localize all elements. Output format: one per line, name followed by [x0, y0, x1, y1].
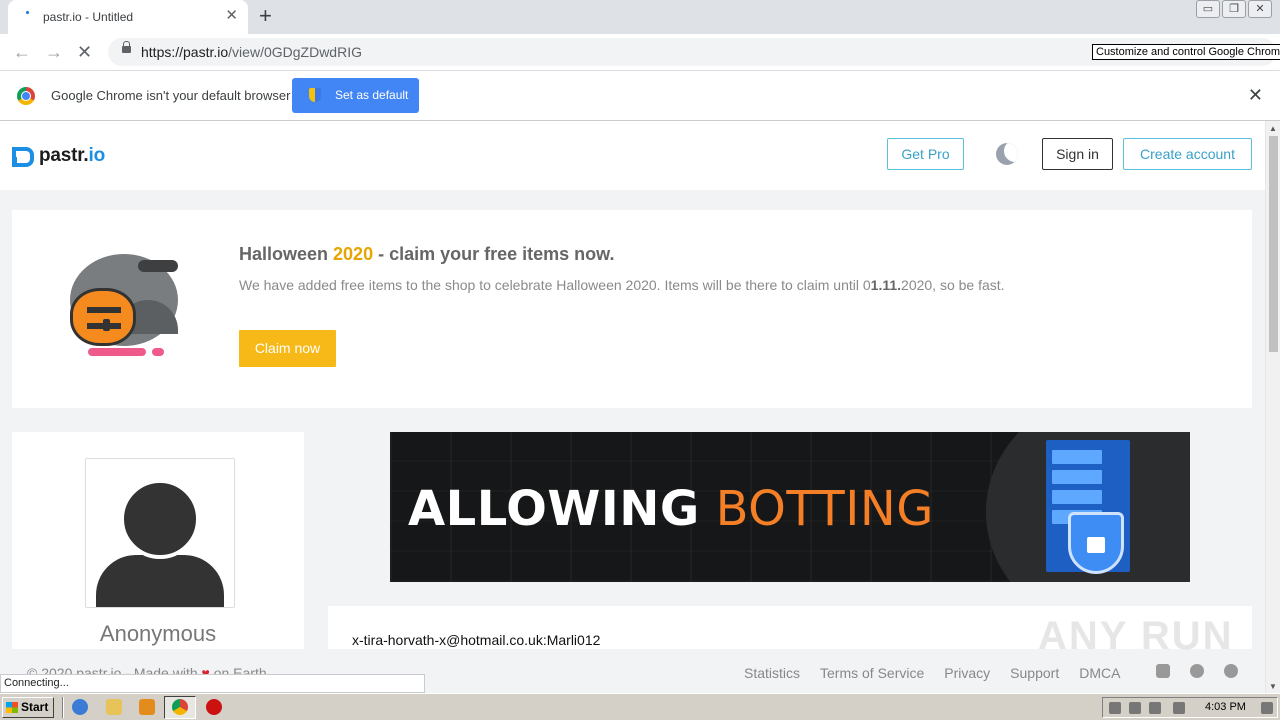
lock-shield-icon: [1068, 512, 1124, 574]
site-logo[interactable]: pastr.io: [39, 145, 105, 167]
page-scrollbar[interactable]: ▲ ▼: [1265, 121, 1280, 693]
tab-close-icon[interactable]: ✕: [225, 8, 238, 24]
scroll-up-icon[interactable]: ▲: [1269, 124, 1277, 133]
promo-title-post: - claim your free items now.: [373, 244, 615, 264]
network-icon[interactable]: [1149, 702, 1161, 714]
footer-link-support[interactable]: Support: [1010, 665, 1059, 681]
infobar-message: Google Chrome isn't your default browser: [51, 88, 291, 103]
server-icon: [1046, 440, 1130, 574]
scroll-thumb[interactable]: [1269, 136, 1278, 352]
halloween-promo: Halloween 2020 - claim your free items n…: [12, 210, 1252, 408]
promo-title: Halloween 2020 - claim your free items n…: [239, 244, 614, 265]
username: Anonymous: [99, 621, 217, 646]
set-default-label: Set as default: [335, 88, 409, 102]
paste-line: x-tira-horvath-x@hotmail.co.uk:Marli012: [352, 632, 601, 648]
set-default-button[interactable]: Set as default: [292, 78, 419, 113]
footer-link-privacy[interactable]: Privacy: [944, 665, 990, 681]
media-player-icon[interactable]: [139, 699, 155, 715]
close-window-button[interactable]: ✕: [1248, 0, 1272, 18]
anyrun-watermark: ANY RUN: [1038, 614, 1234, 658]
logo-tld: io: [88, 145, 106, 166]
page-viewport: pastr.io Get Pro Sign in Create account …: [0, 121, 1265, 693]
volume-icon[interactable]: [1129, 702, 1141, 714]
chrome-logo-icon: [17, 87, 35, 105]
ad-banner[interactable]: ALLOWING BOTTING: [390, 432, 1190, 582]
back-button[interactable]: ←: [13, 40, 31, 64]
start-button[interactable]: Start: [2, 697, 54, 718]
chrome-icon: [172, 699, 188, 715]
pastr-logo-icon[interactable]: [12, 147, 34, 167]
show-desktop-icon[interactable]: [1261, 702, 1273, 714]
discord-icon[interactable]: [1156, 664, 1170, 678]
sign-in-button[interactable]: Sign in: [1042, 138, 1113, 170]
scroll-down-icon[interactable]: ▼: [1269, 682, 1277, 691]
facebook-icon[interactable]: [1190, 664, 1204, 678]
system-tray: 4:03 PM: [1102, 697, 1278, 718]
avatar-body: [96, 555, 224, 607]
promo-desc-bold: 1.11.: [870, 277, 902, 293]
avatar-head: [120, 479, 200, 559]
dark-mode-moon-icon[interactable]: [996, 143, 1018, 165]
url-host: https://pastr.io: [141, 44, 229, 60]
alert-app-icon[interactable]: [206, 699, 222, 715]
new-tab-button[interactable]: +: [259, 4, 272, 28]
lock-icon: [122, 41, 131, 53]
site-header: pastr.io Get Pro Sign in Create account: [0, 121, 1265, 190]
shield-icon: [309, 88, 321, 102]
window-controls: ▭ ❐ ✕: [1194, 0, 1272, 20]
create-account-button[interactable]: Create account: [1123, 138, 1252, 170]
promo-desc-pre: We have added free items to the shop to …: [239, 277, 871, 293]
banner-word-1: ALLOWING: [408, 481, 700, 537]
url-text: https://pastr.io/view/0GDgZDwdRIG: [141, 44, 362, 60]
favicon-icon: [22, 10, 34, 22]
promo-title-pre: Halloween: [239, 244, 334, 264]
banner-headline: ALLOWING BOTTING: [408, 481, 934, 537]
promo-description: We have added free items to the shop to …: [239, 277, 1005, 293]
halloween-pumpkin-illustration: [68, 250, 188, 370]
footer-link-terms[interactable]: Terms of Service: [820, 665, 924, 681]
browser-toolbar: ← → ✕ https://pastr.io/view/0GDgZDwdRIG: [0, 34, 1280, 71]
tray-expand-icon[interactable]: [1109, 702, 1121, 714]
tab-strip: pastr.io - Untitled ✕ + ▭ ❐ ✕: [0, 0, 1280, 34]
chrome-taskbar-button[interactable]: [164, 696, 196, 719]
stop-button[interactable]: ✕: [77, 40, 92, 64]
windows-taskbar: Start 4:03 PM: [0, 693, 1280, 720]
claim-now-button[interactable]: Claim now: [239, 330, 336, 367]
get-pro-button[interactable]: Get Pro: [887, 138, 964, 170]
social-icons: [1156, 664, 1258, 678]
ie-icon[interactable]: [72, 699, 88, 715]
url-path: /view/0GDgZDwdRIG: [228, 44, 362, 60]
minimize-button[interactable]: ▭: [1196, 0, 1220, 18]
banner-word-2: BOTTING: [715, 481, 934, 537]
logo-name: pastr.: [39, 145, 89, 166]
flag-icon[interactable]: [1173, 702, 1185, 714]
promo-title-year: 2020: [333, 244, 374, 264]
promo-desc-post: 2020, so be fast.: [901, 277, 1005, 293]
clock: 4:03 PM: [1205, 701, 1246, 713]
default-browser-infobar: Google Chrome isn't your default browser…: [0, 71, 1280, 121]
status-bubble: Connecting...: [0, 674, 425, 693]
taskbar-separator: [62, 697, 64, 718]
avatar: [85, 458, 235, 608]
browser-tab[interactable]: pastr.io - Untitled ✕: [8, 0, 248, 34]
footer-links: Statistics Terms of Service Privacy Supp…: [744, 665, 1140, 681]
twitter-icon[interactable]: [1224, 664, 1238, 678]
infobar-close-icon[interactable]: ✕: [1248, 85, 1263, 106]
footer-link-statistics[interactable]: Statistics: [744, 665, 800, 681]
explorer-folder-icon[interactable]: [106, 699, 122, 715]
restore-button[interactable]: ❐: [1222, 0, 1246, 18]
forward-button[interactable]: →: [45, 40, 63, 64]
menu-tooltip: Customize and control Google Chrome: [1092, 44, 1280, 60]
footer-link-dmca[interactable]: DMCA: [1079, 665, 1120, 681]
tab-title: pastr.io - Untitled: [43, 10, 134, 24]
